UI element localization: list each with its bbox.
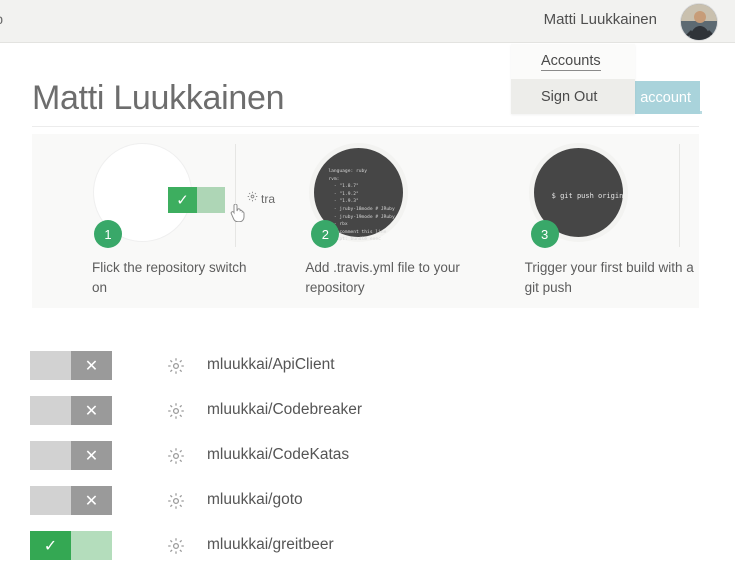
dropdown-item-accounts-label: Accounts: [541, 52, 601, 71]
onboarding-step-3: $ git push origin 3 Trigger your first b…: [477, 134, 699, 308]
repo-name-label[interactable]: mluukkai/ApiClient: [207, 356, 335, 374]
repo-name-label[interactable]: mluukkai/goto: [207, 491, 303, 509]
step-2-code-snippet: language: ruby rvm: - "1.8.7" - "1.9.2" …: [328, 169, 395, 243]
repo-settings-gear-icon[interactable]: [167, 492, 185, 510]
table-row: ✕ mluukkai/ApiClient: [30, 348, 710, 393]
repository-list: ✕ mluukkai/ApiClient ✕ mluukkai/Codebrea…: [30, 348, 710, 573]
onboarding-step-2: language: ruby rvm: - "1.8.7" - "1.9.2" …: [254, 134, 681, 308]
repo-settings-gear-icon[interactable]: [167, 447, 185, 465]
step-1-caption: Flick the repository switch on: [92, 260, 247, 295]
repo-settings-gear-icon[interactable]: [167, 357, 185, 375]
title-divider: [32, 126, 699, 127]
step-1-badge: 1: [94, 220, 122, 248]
table-row: ✕ mluukkai/goto: [30, 483, 710, 528]
dropdown-item-sign-out[interactable]: Sign Out: [511, 79, 635, 114]
cursor-pointer-icon: [230, 204, 245, 222]
user-avatar[interactable]: [680, 3, 718, 41]
page-title: Matti Luukkainen: [32, 79, 285, 117]
repo-toggle-off-icon: ✕: [71, 351, 112, 380]
repo-settings-gear-icon[interactable]: [167, 402, 185, 420]
top-navigation-bar: lp Matti Luukkainen: [0, 0, 735, 43]
repo-settings-gear-icon[interactable]: [167, 537, 185, 555]
step-3-badge: 3: [530, 220, 559, 248]
repo-toggle-off-icon: ✕: [71, 486, 112, 515]
step-3-caption: Trigger your first build with a git push: [524, 260, 694, 295]
repo-toggle-switch[interactable]: ✕: [30, 486, 112, 515]
step-2-caption: Add .travis.yml file to your repository: [305, 260, 460, 295]
table-row: ✓ mluukkai/greitbeer: [30, 528, 710, 573]
account-dropdown-menu: Accounts Sign Out: [511, 44, 635, 114]
repo-toggle-off-icon: ✕: [71, 396, 112, 425]
repo-toggle-switch[interactable]: ✕: [30, 396, 112, 425]
onboarding-step-1: ✓ tra 1 Flick the repository switch on: [32, 134, 275, 308]
repo-toggle-switch[interactable]: ✕: [30, 351, 112, 380]
dropdown-item-sign-out-label: Sign Out: [541, 88, 598, 105]
table-row: ✕ mluukkai/CodeKatas: [30, 438, 710, 483]
step-divider-1: [235, 144, 236, 247]
help-menu-label[interactable]: lp: [0, 11, 3, 27]
repo-toggle-on-icon: ✓: [30, 531, 71, 560]
repo-name-label[interactable]: mluukkai/CodeKatas: [207, 446, 349, 464]
repo-toggle-off-icon: ✕: [71, 441, 112, 470]
step-1-toggle-check-icon: ✓: [168, 187, 197, 213]
step-1-gear-icon: [247, 191, 258, 202]
user-name-label[interactable]: Matti Luukkainen: [544, 11, 657, 28]
repo-toggle-switch[interactable]: ✕: [30, 441, 112, 470]
table-row: ✕ mluukkai/Codebreaker: [30, 393, 710, 438]
step-3-terminal-command: $ git push origin: [551, 192, 624, 200]
repo-toggle-switch[interactable]: ✓: [30, 531, 112, 560]
step-1-toggle-label: tra: [261, 192, 276, 206]
repo-name-label[interactable]: mluukkai/greitbeer: [207, 536, 334, 554]
repo-name-label[interactable]: mluukkai/Codebreaker: [207, 401, 362, 419]
onboarding-panel: ✓ tra 1 Flick the repository switch on l…: [32, 134, 699, 308]
dropdown-item-accounts[interactable]: Accounts: [511, 44, 635, 79]
step-1-toggle-illustration: ✓: [168, 187, 225, 213]
